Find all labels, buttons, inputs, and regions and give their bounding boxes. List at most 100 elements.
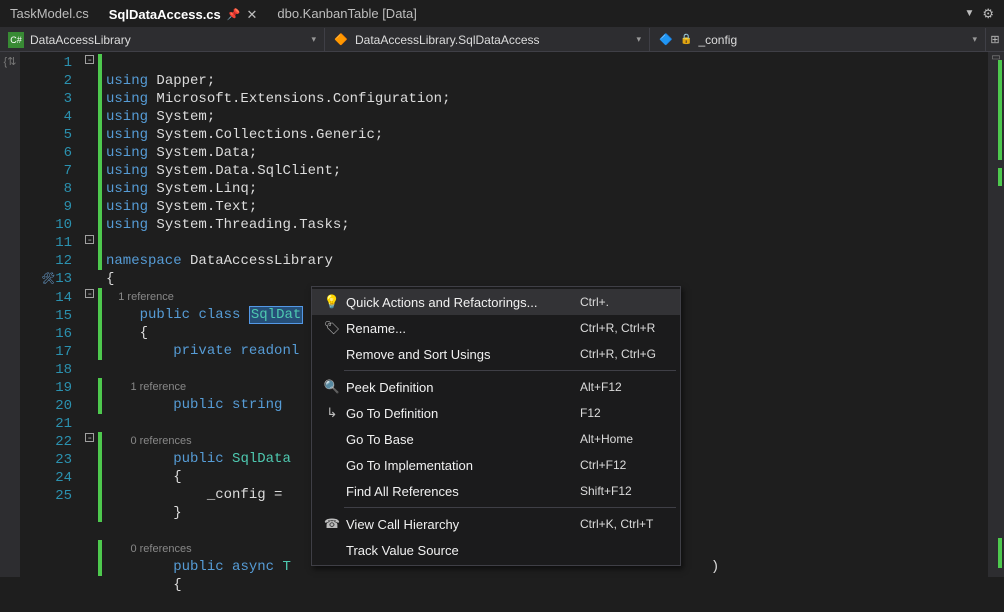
fold-gutter	[80, 52, 98, 577]
menu-label: Rename...	[346, 321, 580, 336]
chevron-down-icon: ▾	[311, 34, 316, 45]
pin-icon[interactable]: 📌	[227, 8, 241, 21]
goto-def-icon: ↳	[318, 405, 346, 421]
overview-ruler[interactable]: ▭	[988, 52, 1004, 577]
menu-rename[interactable]: 🏷 Rename... Ctrl+R, Ctrl+R	[312, 315, 680, 341]
line-number: 8	[20, 180, 72, 198]
chevron-down-icon: ▾	[972, 34, 977, 45]
line-number: 2	[20, 72, 72, 90]
menu-shortcut: Ctrl+F12	[580, 458, 670, 472]
menu-goto-implementation[interactable]: Go To Implementation Ctrl+F12	[312, 452, 680, 478]
menu-label: Find All References	[346, 484, 580, 499]
menu-goto-base[interactable]: Go To Base Alt+Home	[312, 426, 680, 452]
tab-taskmodel[interactable]: TaskModel.cs	[0, 0, 99, 27]
line-number: 6	[20, 144, 72, 162]
menu-shortcut: Alt+Home	[580, 432, 670, 446]
codelens-references[interactable]: 1 reference	[118, 291, 174, 303]
menu-label: Go To Base	[346, 432, 580, 447]
menu-peek-definition[interactable]: 🔍 Peek Definition Alt+F12	[312, 374, 680, 400]
split-editor-icon[interactable]: ⊞	[986, 33, 1004, 46]
line-number: 23	[20, 451, 72, 469]
menu-view-call-hierarchy[interactable]: ☎ View Call Hierarchy Ctrl+K, Ctrl+T	[312, 511, 680, 537]
tab-label: SqlDataAccess.cs	[109, 7, 221, 22]
class-icon: 🔶	[333, 32, 349, 48]
menu-label: Track Value Source	[346, 543, 580, 558]
menu-goto-definition[interactable]: ↳ Go To Definition F12	[312, 400, 680, 426]
menu-remove-sort-usings[interactable]: Remove and Sort Usings Ctrl+R, Ctrl+G	[312, 341, 680, 367]
line-number: 16	[20, 325, 72, 343]
menu-shortcut: Ctrl+R, Ctrl+R	[580, 321, 670, 335]
menu-label: Go To Implementation	[346, 458, 580, 473]
menu-label: Peek Definition	[346, 380, 580, 395]
line-number: 12	[20, 252, 72, 270]
line-number: 24	[20, 469, 72, 487]
menu-quick-actions[interactable]: 💡 Quick Actions and Refactorings... Ctrl…	[312, 289, 680, 315]
lock-icon: 🔒	[680, 34, 692, 45]
nav-project-dropdown[interactable]: C# DataAccessLibrary ▾	[0, 28, 325, 51]
outline-margin: {⇅	[0, 52, 20, 577]
menu-shortcut: Shift+F12	[580, 484, 670, 498]
chevron-down-icon: ▾	[636, 34, 641, 45]
line-number: 22	[20, 433, 72, 451]
line-number: 19	[20, 379, 72, 397]
fold-collapse-icon[interactable]	[80, 54, 98, 72]
line-number: 17	[20, 343, 72, 361]
menu-shortcut: F12	[580, 406, 670, 420]
line-number: 21	[20, 415, 72, 433]
file-tabs: TaskModel.cs SqlDataAccess.cs 📌 ✕ dbo.Ka…	[0, 0, 1004, 28]
menu-label: Quick Actions and Refactorings...	[346, 295, 580, 310]
navigation-bar: C# DataAccessLibrary ▾ 🔶 DataAccessLibra…	[0, 28, 1004, 52]
menu-separator	[344, 507, 676, 508]
nav-class-label: DataAccessLibrary.SqlDataAccess	[355, 33, 540, 47]
tab-kanbantable[interactable]: dbo.KanbanTable [Data]	[267, 0, 427, 27]
codelens-references[interactable]: 0 references	[130, 435, 191, 447]
line-number: 25	[20, 487, 72, 505]
line-number: 7	[20, 162, 72, 180]
close-tab-icon[interactable]: ✕	[246, 7, 257, 23]
nav-project-label: DataAccessLibrary	[30, 33, 131, 47]
line-number: 18	[20, 361, 72, 379]
screwdriver-icon[interactable]: 🛠	[41, 274, 55, 286]
tab-menu-chevron-icon[interactable]: ▼	[964, 8, 974, 19]
line-number: 15	[20, 307, 72, 325]
codelens-references[interactable]: 0 references	[130, 543, 191, 555]
field-icon: 🔷	[658, 32, 674, 48]
call-hierarchy-icon: ☎	[318, 516, 346, 532]
menu-shortcut: Alt+F12	[580, 380, 670, 394]
peek-icon: 🔍	[318, 379, 346, 395]
line-number-gutter: 1 2 3 4 5 6 7 8 9 10 11 12 🛠13 14 15 16 …	[20, 52, 80, 577]
tab-label: TaskModel.cs	[10, 6, 89, 21]
line-number: 10	[20, 216, 72, 234]
lightbulb-icon: 💡	[318, 294, 346, 310]
menu-shortcut: Ctrl+R, Ctrl+G	[580, 347, 670, 361]
selected-identifier: SqlDat	[249, 306, 303, 324]
line-number: 9	[20, 198, 72, 216]
menu-label: View Call Hierarchy	[346, 517, 580, 532]
menu-shortcut: Ctrl+K, Ctrl+T	[580, 517, 670, 531]
fold-collapse-icon[interactable]	[80, 288, 98, 306]
menu-shortcut: Ctrl+.	[580, 295, 670, 309]
codelens-references[interactable]: 1 reference	[130, 381, 186, 393]
csharp-project-icon: C#	[8, 32, 24, 48]
fold-collapse-icon[interactable]	[80, 432, 98, 450]
rename-icon: 🏷	[318, 320, 346, 336]
settings-gear-icon[interactable]: ⚙	[982, 6, 994, 22]
line-number: 4	[20, 108, 72, 126]
nav-class-dropdown[interactable]: 🔶 DataAccessLibrary.SqlDataAccess ▾	[325, 28, 650, 51]
line-number: 11	[20, 234, 72, 252]
menu-label: Go To Definition	[346, 406, 580, 421]
line-number: 🛠13	[20, 270, 72, 289]
line-number: 1	[20, 54, 72, 72]
menu-find-references[interactable]: Find All References Shift+F12	[312, 478, 680, 504]
context-menu: 💡 Quick Actions and Refactorings... Ctrl…	[311, 286, 681, 566]
fold-collapse-icon[interactable]	[80, 234, 98, 252]
line-number: 3	[20, 90, 72, 108]
menu-track-value-source[interactable]: Track Value Source	[312, 537, 680, 563]
nav-member-label: _config	[698, 33, 737, 47]
line-number: 20	[20, 397, 72, 415]
menu-label: Remove and Sort Usings	[346, 347, 580, 362]
tab-sqldataaccess[interactable]: SqlDataAccess.cs 📌 ✕	[99, 0, 268, 27]
outline-collapse-icon[interactable]: {⇅	[4, 55, 17, 68]
nav-member-dropdown[interactable]: 🔷 🔒 _config ▾	[650, 28, 986, 51]
menu-separator	[344, 370, 676, 371]
